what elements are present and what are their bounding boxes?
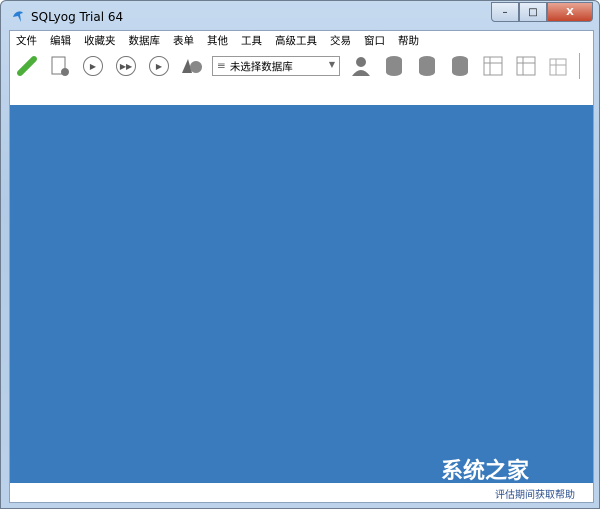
close-button[interactable]: X <box>547 2 593 22</box>
menu-others[interactable]: 其他 <box>207 33 228 49</box>
database-icon: ≡ <box>217 60 226 72</box>
user-manager-icon[interactable] <box>348 53 374 79</box>
menu-edit[interactable]: 编辑 <box>50 33 71 49</box>
connect-icon[interactable] <box>14 53 40 79</box>
execute-icon[interactable]: ▶ <box>80 53 106 79</box>
menu-bar: 文件 编辑 收藏夹 数据库 表单 其他 工具 高级工具 交易 窗口 帮助 <box>10 31 593 49</box>
app-window: SQLyog Trial 64 – □ X 文件 编辑 收藏夹 数据库 表单 其… <box>0 0 600 509</box>
chevron-down-icon: ▼ <box>328 60 335 69</box>
menu-table[interactable]: 表单 <box>173 33 194 49</box>
sqlyog-logo-icon <box>13 11 23 22</box>
backup-database-icon[interactable] <box>381 53 407 79</box>
restore-database-icon[interactable] <box>414 53 440 79</box>
toolbar-separator <box>579 53 580 79</box>
import-table-icon[interactable] <box>480 53 506 79</box>
menu-database[interactable]: 数据库 <box>129 33 161 49</box>
schema-designer-icon[interactable] <box>179 53 205 79</box>
table-settings-icon[interactable] <box>546 53 572 79</box>
database-select[interactable]: ≡ 未选择数据库 ▼ <box>212 56 340 76</box>
menu-transaction[interactable]: 交易 <box>330 33 351 49</box>
status-bar: 评估期间获取帮助 <box>10 483 593 502</box>
menu-file[interactable]: 文件 <box>16 33 37 49</box>
menu-tools[interactable]: 工具 <box>241 33 262 49</box>
menu-favorites[interactable]: 收藏夹 <box>84 33 116 49</box>
menu-window[interactable]: 窗口 <box>364 33 385 49</box>
menu-help[interactable]: 帮助 <box>398 33 419 49</box>
new-query-icon[interactable] <box>47 53 73 79</box>
maximize-button[interactable]: □ <box>519 2 547 22</box>
minimize-button[interactable]: – <box>491 2 519 22</box>
workspace <box>10 105 593 483</box>
sync-database-icon[interactable] <box>447 53 473 79</box>
table-data-icon[interactable] <box>513 53 539 79</box>
watermark: 系统之家 <box>441 459 530 484</box>
window-title: SQLyog Trial 64 <box>31 10 124 24</box>
execute-edit-icon[interactable]: ▶ <box>146 53 172 79</box>
status-text[interactable]: 评估期间获取帮助 <box>495 486 575 501</box>
toolbar: ▶ ▶▶ ▶ ≡ 未选择数据库 ▼ <box>10 51 593 81</box>
menu-advanced-tools[interactable]: 高级工具 <box>275 33 317 49</box>
execute-all-icon[interactable]: ▶▶ <box>113 53 139 79</box>
